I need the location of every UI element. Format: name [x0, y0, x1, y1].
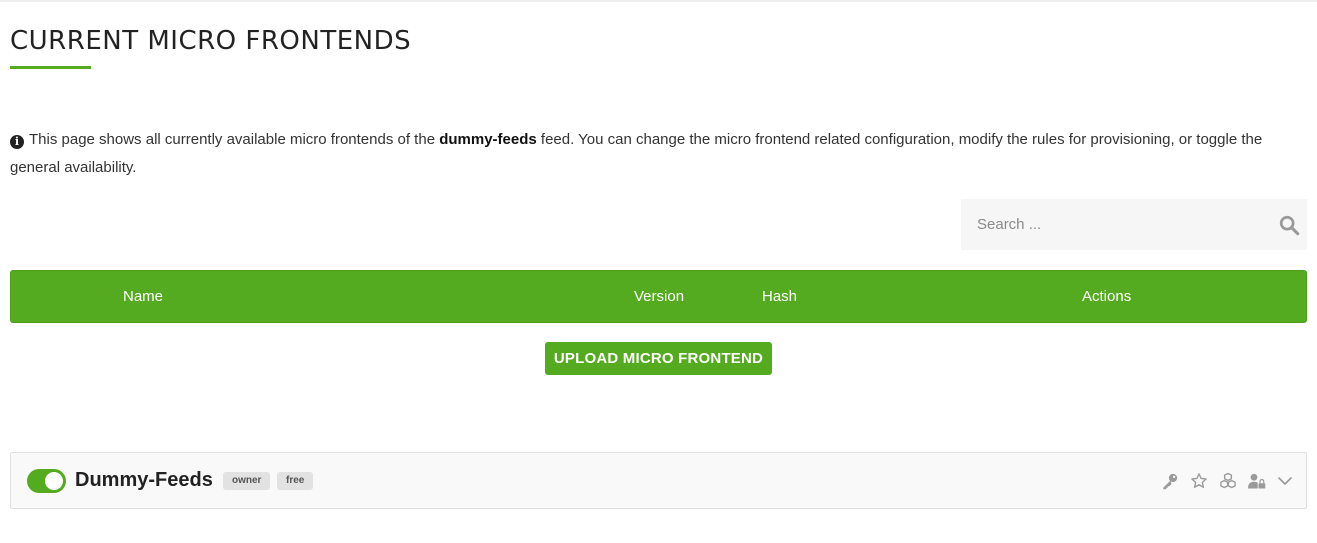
title-underline	[10, 66, 91, 69]
chevron-down-icon[interactable]	[1276, 472, 1294, 490]
key-icon[interactable]	[1161, 472, 1179, 490]
search-box	[961, 199, 1307, 250]
cubes-icon[interactable]	[1219, 472, 1237, 490]
info-message: i This page shows all currently available…	[10, 126, 1310, 182]
info-feed-name: dummy-feeds	[439, 131, 537, 148]
user-lock-icon[interactable]	[1248, 472, 1266, 490]
info-circle-icon: i	[10, 135, 24, 149]
upload-micro-frontend-button[interactable]: UPLOAD MICRO FRONTEND	[545, 342, 772, 375]
tag-owner: owner	[223, 472, 271, 490]
page-title: CURRENT MICRO FRONTENDS	[10, 26, 412, 56]
top-divider	[0, 0, 1317, 2]
column-header-version: Version	[634, 288, 685, 305]
toggle-knob	[45, 472, 63, 490]
feed-name: Dummy-Feeds	[75, 469, 213, 491]
table-header: Name Version Hash Actions	[10, 270, 1307, 323]
column-header-actions: Actions	[1082, 288, 1132, 305]
search-input[interactable]	[961, 199, 1261, 250]
search-icon[interactable]	[1278, 214, 1300, 236]
star-icon[interactable]	[1190, 472, 1208, 490]
column-header-hash: Hash	[762, 288, 798, 305]
availability-toggle[interactable]	[27, 469, 66, 493]
tag-free: free	[277, 472, 314, 490]
info-text-before: This page shows all currently available …	[29, 131, 440, 148]
column-header-name: Name	[123, 288, 164, 305]
feed-row: Dummy-Feeds owner free	[10, 452, 1307, 509]
